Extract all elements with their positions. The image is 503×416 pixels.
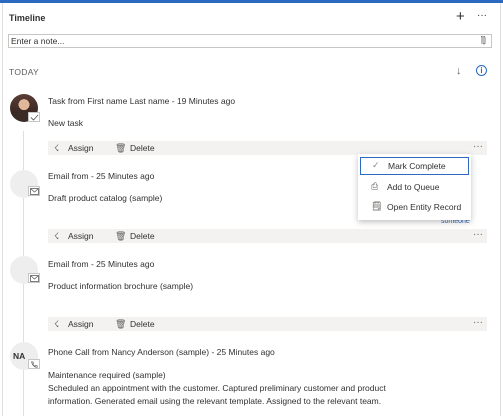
delete-button[interactable]: Delete [130,143,155,153]
activity-time: - 25 Minutes ago [209,347,275,357]
note-input[interactable]: Enter a note... [8,34,492,48]
activity-time: - 25 Minutes ago [88,259,155,269]
section-today: TODAY [9,67,39,77]
delete-button[interactable]: Delete [130,231,155,241]
activity-meta: Email from - 25 Minutes ago [48,171,154,181]
menu-item-mark-complete[interactable]: ✓ Mark Complete [360,157,469,175]
delete-icon: 🗑 [115,319,127,329]
activity-description: Scheduled an appointment with the custom… [48,383,386,393]
assign-icon: ☇ [54,231,60,241]
queue-icon: ⎙ [371,181,379,191]
task-badge [28,112,40,122]
more-actions-icon[interactable]: ··· [473,141,483,152]
email-badge [28,186,40,196]
activity-prefix: Email from [48,259,89,269]
activity-from[interactable]: First name Last name [87,96,169,106]
more-icon[interactable]: ··· [477,10,487,21]
activity-meta: Task from First name Last name - 19 Minu… [48,96,235,106]
activity-prefix: Task from [48,96,88,106]
assign-button[interactable]: Assign [68,319,94,329]
activity-meta: Phone Call from Nancy Anderson (sample) … [48,347,275,357]
assign-button[interactable]: Assign [68,143,94,153]
email-badge [28,273,40,283]
activity-from[interactable]: Nancy Anderson (sample) [111,347,209,357]
menu-item-label: Mark Complete [388,161,446,171]
timeline-header: Timeline + ··· [9,9,491,27]
context-menu: ✓ Mark Complete ⎙ Add to Queue 🗒 Open En… [358,154,471,220]
assign-button[interactable]: Assign [68,231,94,241]
menu-item-label: Add to Queue [387,182,440,192]
menu-item-add-to-queue[interactable]: ⎙ Add to Queue [358,178,471,196]
email-icon [30,275,39,282]
activity-description: information. Generated email using the r… [48,396,382,406]
paperclip-icon[interactable] [481,36,487,46]
avatar-initials: NA [13,351,26,361]
activity-prefix: Email from [48,171,89,181]
email-icon [30,188,39,195]
more-actions-icon[interactable]: ··· [473,229,483,240]
timeline-title: Timeline [9,13,46,23]
delete-icon: 🗑 [115,143,127,153]
activity-time: - 25 Minutes ago [88,171,155,181]
activity-time: - 19 Minutes ago [169,96,236,106]
menu-item-open-entity-record[interactable]: 🗒 Open Entity Record [358,198,471,216]
activity-title[interactable]: Maintenance required (sample) [48,370,166,380]
record-icon: 🗒 [371,201,383,211]
phone-badge [28,359,40,369]
sort-arrow-down-icon[interactable]: ↓ [456,65,462,77]
menu-item-label: Open Entity Record [387,202,462,212]
plus-icon[interactable]: + [456,9,465,24]
assign-icon: ☇ [54,143,60,153]
check-icon: ✓ [372,160,380,170]
phone-icon [31,361,38,368]
activity-title[interactable]: New task [48,118,83,128]
assign-icon: ☇ [54,319,60,329]
info-icon[interactable]: i [476,65,487,76]
activity-action-bar: ☇ Assign 🗑 Delete ··· [48,141,487,155]
delete-button[interactable]: Delete [130,319,155,329]
activity-action-bar: ☇ Assign 🗑 Delete ··· [48,317,487,331]
activity-action-bar: ☇ Assign 🗑 Delete ··· [48,229,487,243]
activity-title[interactable]: Draft product catalog (sample) [48,193,162,203]
activity-prefix: Phone Call from [48,347,112,357]
note-placeholder: Enter a note... [11,36,65,46]
delete-icon: 🗑 [115,231,127,241]
task-check-icon [30,114,39,121]
activity-title[interactable]: Product information brochure (sample) [48,281,193,291]
more-actions-icon[interactable]: ··· [473,317,483,328]
activity-meta: Email from - 25 Minutes ago [48,259,154,269]
